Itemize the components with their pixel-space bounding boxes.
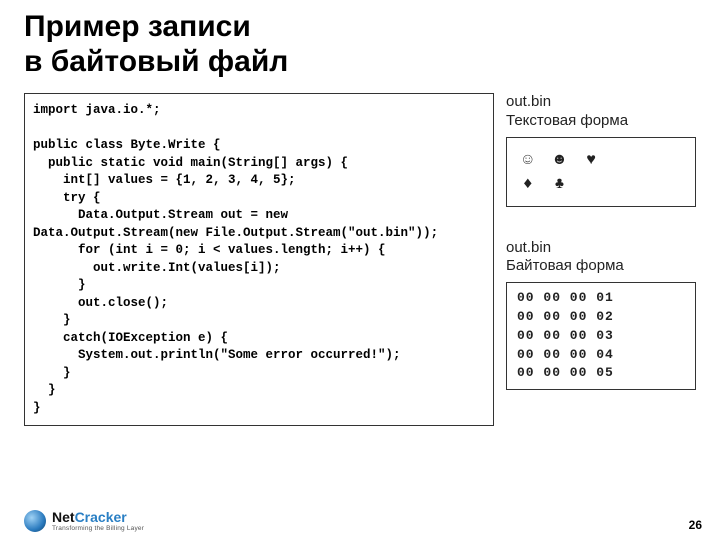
logo-name: NetCracker [52, 510, 144, 524]
logo-globe-icon [24, 510, 46, 532]
code-block: import java.io.*; public class Byte.Writ… [24, 93, 494, 426]
byte-row: 00 00 00 04 [517, 347, 614, 362]
byteform-label: out.bin Байтовая форма [506, 239, 696, 277]
byte-row: 00 00 00 01 [517, 290, 614, 305]
byteform-filename: out.bin [506, 239, 551, 256]
byte-row: 00 00 00 05 [517, 365, 614, 380]
title-line-1: Пример записи [24, 10, 251, 43]
textform-filename: out.bin [506, 93, 551, 110]
logo-tagline: Transforming the Billing Layer [52, 526, 144, 533]
logo-cracker: Cracker [75, 509, 127, 525]
page-number: 26 [689, 518, 702, 532]
logo-text: NetCracker Transforming the Billing Laye… [52, 510, 144, 533]
byteform-box: 00 00 00 01 00 00 00 02 00 00 00 03 00 0… [506, 282, 696, 390]
byte-row: 00 00 00 03 [517, 328, 614, 343]
textform-row2: ♦♣ [523, 175, 586, 193]
footer: NetCracker Transforming the Billing Laye… [24, 510, 702, 533]
content-area: import java.io.*; public class Byte.Writ… [24, 93, 696, 426]
title-line-2: в байтовый файл [24, 45, 288, 78]
textform-caption: Текстовая форма [506, 112, 628, 129]
logo: NetCracker Transforming the Billing Laye… [24, 510, 144, 533]
side-panel: out.bin Текстовая форма ☺☻♥ ♦♣ out.bin Б… [506, 93, 696, 426]
textform-box: ☺☻♥ ♦♣ [506, 137, 696, 207]
textform-row1: ☺☻♥ [523, 151, 618, 169]
slide: Пример записи в байтовый файл import jav… [0, 0, 720, 540]
slide-title: Пример записи в байтовый файл [24, 10, 696, 79]
byte-row: 00 00 00 02 [517, 309, 614, 324]
byteform-caption: Байтовая форма [506, 257, 624, 274]
logo-net: Net [52, 509, 75, 525]
textform-label: out.bin Текстовая форма [506, 93, 696, 131]
